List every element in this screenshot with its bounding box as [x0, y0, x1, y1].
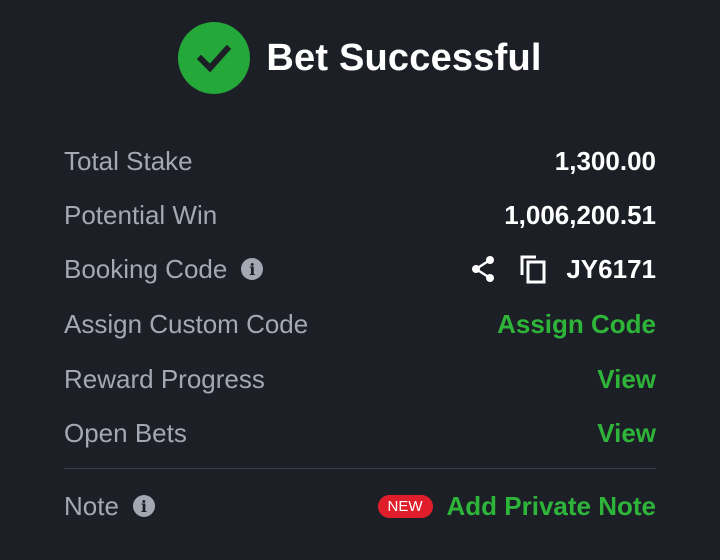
reward-progress-row: Reward Progress View — [64, 352, 656, 406]
add-private-note-link[interactable]: Add Private Note — [447, 491, 657, 522]
booking-code-row: Booking Code i JY6171 — [64, 242, 656, 296]
total-stake-value: 1,300.00 — [554, 145, 656, 176]
assign-code-link[interactable]: Assign Code — [497, 309, 656, 340]
open-bets-view-link[interactable]: View — [597, 418, 656, 449]
total-stake-row: Total Stake 1,300.00 — [64, 134, 656, 188]
note-label: Note — [64, 490, 119, 521]
booking-code-label-wrap: Booking Code i — [64, 253, 264, 285]
reward-progress-label: Reward Progress — [64, 363, 265, 394]
note-info-icon[interactable]: i — [132, 495, 155, 517]
open-bets-label: Open Bets — [64, 417, 187, 448]
share-icon[interactable] — [466, 252, 500, 286]
note-label-wrap: Note i — [64, 491, 155, 522]
copy-icon[interactable] — [516, 252, 550, 286]
open-bets-row: Open Bets View — [64, 406, 656, 460]
note-actions: NEW Add Private Note — [377, 491, 657, 522]
bet-summary: Total Stake 1,300.00 Potential Win 1,006… — [64, 134, 656, 533]
check-circle-icon — [178, 22, 251, 94]
potential-win-value: 1,006,200.51 — [504, 199, 656, 230]
bet-success-header: Bet Successful — [0, 22, 720, 94]
booking-code-value: JY6171 — [566, 253, 656, 284]
note-row: Note i NEW Add Private Note — [64, 479, 656, 533]
info-icon[interactable]: i — [241, 258, 264, 280]
new-badge: NEW — [377, 494, 433, 518]
booking-code-actions: JY6171 — [466, 252, 656, 286]
potential-win-label: Potential Win — [64, 199, 218, 230]
reward-progress-view-link[interactable]: View — [597, 364, 656, 395]
potential-win-row: Potential Win 1,006,200.51 — [64, 188, 656, 242]
page-title: Bet Successful — [266, 36, 542, 79]
booking-code-label: Booking Code — [64, 253, 228, 284]
assign-custom-code-label: Assign Custom Code — [64, 308, 309, 339]
assign-custom-code-row: Assign Custom Code Assign Code — [64, 296, 656, 352]
divider — [64, 468, 656, 469]
total-stake-label: Total Stake — [64, 145, 193, 176]
